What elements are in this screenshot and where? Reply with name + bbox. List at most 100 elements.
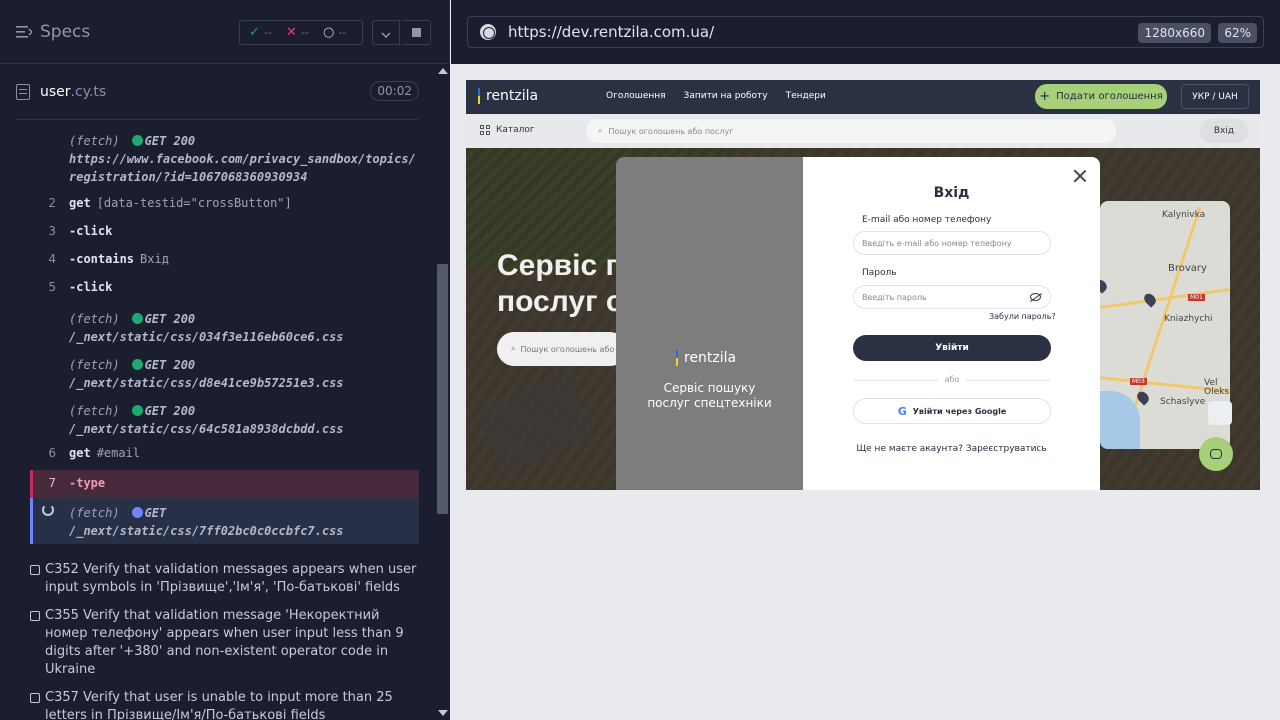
logo-mark-icon (676, 350, 678, 366)
login-button[interactable]: Увійти (853, 335, 1051, 361)
document-icon (16, 83, 30, 100)
site-search-input[interactable]: ⌕ Пошук оголошень або послуг (586, 119, 1116, 143)
register-link[interactable]: Зареєструватись (966, 444, 1047, 454)
spec-file-ext: .cy.ts (70, 83, 107, 100)
failed-stat: ✕ -- (286, 25, 309, 40)
scroll-up-icon[interactable] (438, 68, 448, 74)
site-navbar: rentzila Оголошення Запити на роботу Тен… (466, 80, 1260, 114)
log-command-row[interactable]: 4 -contains Вхід (30, 252, 419, 272)
options-dropdown-button[interactable] (372, 20, 400, 45)
test-item[interactable]: C355 Verify that validation message 'Нек… (30, 607, 419, 679)
x-icon: ✕ (286, 25, 297, 40)
status-dot (131, 313, 143, 324)
check-icon: ✓ (249, 25, 260, 40)
site-login-button[interactable]: Вхід (1200, 119, 1248, 143)
aut-iframe: rentzila Оголошення Запити на роботу Тен… (466, 80, 1260, 490)
hero-title: Сервіс п послуг с (497, 249, 624, 318)
log-fetch-row-pending[interactable]: (fetch) GET /_next/static/css/7ff02bc0c0c… (30, 498, 419, 544)
status-dot (131, 359, 143, 370)
nav-link-tenders[interactable]: Тендери (786, 91, 826, 101)
status-dot (131, 507, 143, 518)
eye-off-icon[interactable] (1030, 293, 1041, 301)
viewport-size-badge[interactable]: 1280x660 (1138, 23, 1211, 43)
log-fetch-row[interactable]: (fetch) GET 200 https://www.facebook.com/… (30, 132, 419, 188)
submit-ad-button[interactable]: + Подати оголошення (1035, 84, 1167, 109)
password-field[interactable]: Введіть пароль (853, 285, 1051, 309)
log-command-row[interactable]: 5 -click (30, 280, 419, 300)
search-icon: ⌕ (598, 126, 603, 135)
email-field[interactable]: Введіть e-mail або номер телефону (853, 231, 1051, 255)
modal-title: Вхід (933, 185, 970, 201)
search-icon: ⌕ (511, 344, 516, 353)
specs-label: Specs (40, 22, 91, 42)
loading-icon: ○ (323, 25, 335, 40)
zoom-badge[interactable]: 62% (1218, 23, 1257, 43)
site-logo[interactable]: rentzila (478, 88, 538, 104)
log-fetch-row[interactable]: (fetch) GET 200 /_next/static/css/64c581a… (30, 402, 419, 440)
language-currency-select[interactable]: УКР / UAH (1181, 84, 1249, 109)
password-label: Пароль (862, 268, 897, 278)
stop-button[interactable] (403, 20, 431, 45)
modal-form-panel: Вхід E-mail або номер телефону Введіть e… (803, 157, 1100, 490)
site-subbar: Каталог ⌕ Пошук оголошень або послуг Вхід (466, 114, 1260, 148)
modal-tagline: Сервіс пошуку послуг спецтехніки (647, 381, 772, 410)
close-icon[interactable] (1073, 169, 1087, 183)
spec-file-name: user (40, 83, 71, 100)
or-divider: або (853, 375, 1051, 384)
scroll-thumb[interactable] (437, 264, 448, 514)
log-fetch-row[interactable]: (fetch) GET 200 /_next/static/css/d8e41ce… (30, 356, 419, 394)
map-control-button[interactable] (1208, 401, 1232, 425)
checkbox-icon (30, 565, 40, 575)
app-preview: https://dev.rentzila.com.ua/ 1280x660 62… (451, 0, 1280, 720)
command-log-panel: Specs ✓ -- ✕ -- ○ -- user .cy.ts 00:02 (fetc… (0, 0, 450, 720)
scroll-down-icon[interactable] (438, 710, 448, 716)
url-text: https://dev.rentzila.com.ua/ (508, 23, 715, 41)
hero-search-input[interactable]: ⌕ Пошук оголошень або (497, 332, 627, 366)
url-bar[interactable]: https://dev.rentzila.com.ua/ 1280x660 62… (467, 16, 1264, 48)
log-fetch-row[interactable]: (fetch) GET 200 /_next/static/css/034f3e1… (30, 310, 419, 348)
chevron-down-icon (381, 23, 391, 42)
login-modal: rentzila Сервіс пошуку послуг спецтехніки… (616, 157, 1100, 490)
google-icon: G (897, 404, 907, 418)
log-scrollbar[interactable] (435, 64, 450, 720)
modal-brand-panel: rentzila Сервіс пошуку послуг спецтехніки (616, 157, 803, 490)
google-login-button[interactable]: G Увійти через Google (853, 398, 1051, 424)
spec-file-header: user .cy.ts 00:02 (16, 64, 419, 120)
register-prompt: Ще не маєте акаунта? Зареєструватись (856, 444, 1047, 454)
spec-timer: 00:02 (370, 81, 419, 101)
runner-topbar: Specs ✓ -- ✕ -- ○ -- (0, 0, 450, 64)
status-dot (131, 135, 143, 146)
logo-mark-icon (478, 88, 480, 104)
forgot-password-link[interactable]: Забули пароль? (989, 312, 1056, 321)
plus-icon: + (1039, 89, 1051, 104)
test-stats: ✓ -- ✕ -- ○ -- (239, 20, 363, 45)
log-command-row[interactable]: 2 get [data-testid="crossButton"] (30, 196, 419, 216)
specs-toggle-button[interactable]: Specs (16, 22, 90, 42)
specs-menu-icon (16, 25, 32, 39)
log-command-row-active[interactable]: 7 -type (30, 470, 419, 498)
test-item[interactable]: C357 Verify that user is unable to input… (30, 689, 419, 720)
chat-icon (1210, 449, 1222, 459)
catalog-button[interactable]: Каталог (480, 125, 535, 135)
nav-link-ads[interactable]: Оголошення (606, 91, 666, 101)
modal-logo: rentzila (676, 350, 736, 366)
checkbox-icon (30, 693, 40, 703)
site-nav-links: Оголошення Запити на роботу Тендери (606, 91, 826, 101)
grid-icon (480, 125, 490, 135)
passed-stat: ✓ -- (249, 25, 272, 40)
map-pin-icon[interactable] (1100, 277, 1110, 294)
email-label: E-mail або номер телефону (862, 215, 992, 225)
preview-header: https://dev.rentzila.com.ua/ 1280x660 62… (451, 0, 1280, 64)
pending-stat: ○ -- (323, 25, 347, 40)
log-command-row[interactable]: 6 get #email (30, 446, 419, 466)
globe-icon (480, 24, 496, 40)
spinner-icon (42, 504, 54, 516)
log-command-row[interactable]: 3 -click (30, 224, 419, 244)
stop-icon (412, 28, 421, 37)
chat-button[interactable] (1199, 437, 1233, 471)
test-item[interactable]: C352 Verify that validation messages app… (30, 561, 419, 597)
map-pin-icon[interactable] (1141, 291, 1159, 308)
checkbox-icon (30, 611, 40, 621)
nav-link-requests[interactable]: Запити на роботу (684, 91, 768, 101)
status-dot (131, 405, 143, 416)
